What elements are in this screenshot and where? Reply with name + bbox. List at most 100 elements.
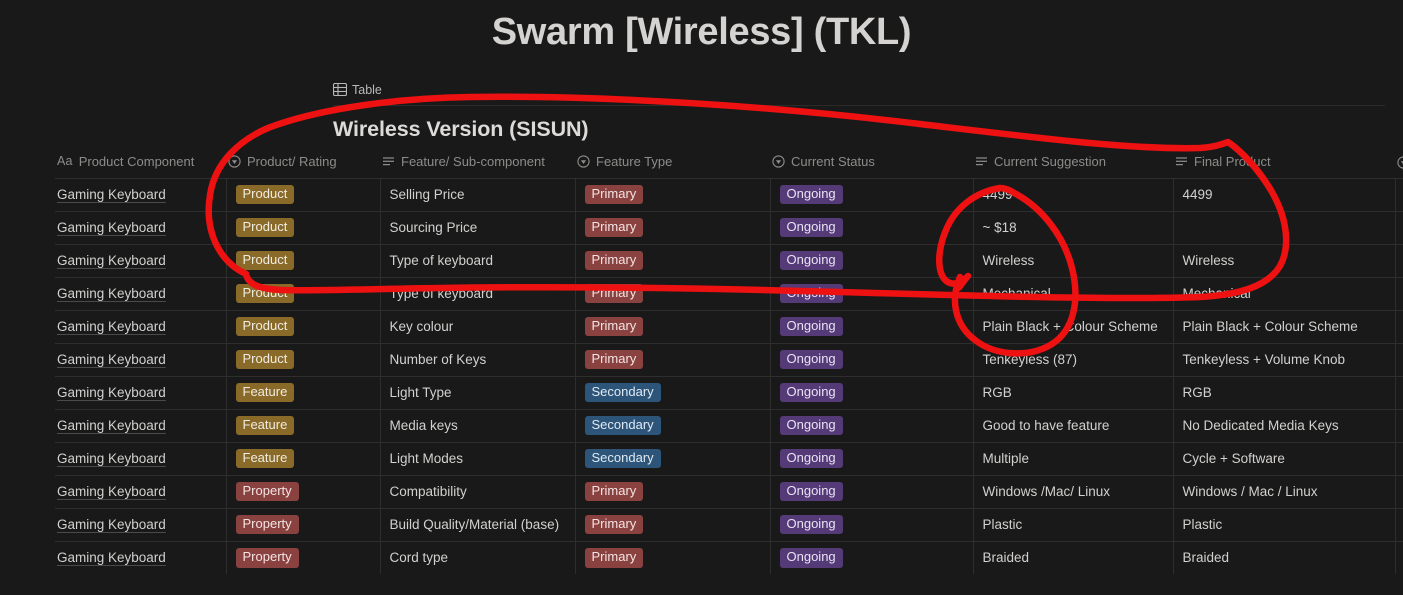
cell-product_component[interactable]: Gaming Keyboard bbox=[55, 408, 227, 442]
cell-final_product[interactable]: Windows / Mac / Linux bbox=[1173, 474, 1396, 508]
cell-product_rating[interactable]: Product bbox=[226, 243, 381, 277]
cell-feature_subcomponent[interactable]: Type of keyboard bbox=[380, 243, 576, 277]
cell-next_column[interactable] bbox=[1395, 309, 1403, 343]
cell-current_suggestion[interactable]: 4499 bbox=[973, 177, 1174, 211]
row-title-link[interactable]: Gaming Keyboard bbox=[57, 550, 166, 565]
cell-product_component[interactable]: Gaming Keyboard bbox=[55, 342, 227, 376]
table-row[interactable]: Gaming Keyboard Product Type of keyboard Pr… bbox=[55, 276, 1403, 310]
cell-final_product[interactable] bbox=[1173, 210, 1396, 244]
cell-feature_subcomponent[interactable]: Light Type bbox=[380, 375, 576, 409]
cell-current_status[interactable]: Ongoing bbox=[770, 441, 974, 475]
tab-table[interactable]: Table bbox=[333, 81, 385, 101]
cell-final_product[interactable]: Wireless bbox=[1173, 243, 1396, 277]
cell-product_component[interactable]: Gaming Keyboard bbox=[55, 507, 227, 541]
cell-product_component[interactable]: Gaming Keyboard bbox=[55, 375, 227, 409]
cell-product_component[interactable]: Gaming Keyboard bbox=[55, 540, 227, 574]
cell-next_column[interactable] bbox=[1395, 210, 1403, 244]
cell-final_product[interactable]: Cycle + Software bbox=[1173, 441, 1396, 475]
cell-product_component[interactable]: Gaming Keyboard bbox=[55, 177, 227, 211]
cell-feature_type[interactable]: Primary bbox=[575, 276, 771, 310]
cell-current_status[interactable]: Ongoing bbox=[770, 276, 974, 310]
cell-next_column[interactable] bbox=[1395, 375, 1403, 409]
row-title-link[interactable]: Gaming Keyboard bbox=[57, 319, 166, 334]
cell-current_status[interactable]: Ongoing bbox=[770, 342, 974, 376]
cell-feature_subcomponent[interactable]: Sourcing Price bbox=[380, 210, 576, 244]
cell-final_product[interactable]: 4499 bbox=[1173, 177, 1396, 211]
column-header-current_suggestion[interactable]: Current Suggestion bbox=[973, 154, 1173, 179]
column-header-next_column[interactable] bbox=[1395, 154, 1403, 179]
cell-next_column[interactable] bbox=[1395, 474, 1403, 508]
table-row[interactable]: Gaming Keyboard Property Build Quality/Mat… bbox=[55, 507, 1403, 541]
cell-next_column[interactable] bbox=[1395, 507, 1403, 541]
column-header-feature_subcomponent[interactable]: Feature/ Sub-component bbox=[380, 154, 575, 179]
cell-feature_subcomponent[interactable]: Type of keyboard bbox=[380, 276, 576, 310]
cell-current_suggestion[interactable]: Plastic bbox=[973, 507, 1174, 541]
cell-current_suggestion[interactable]: Mechanical bbox=[973, 276, 1174, 310]
cell-current_status[interactable]: Ongoing bbox=[770, 177, 974, 211]
cell-product_rating[interactable]: Property bbox=[226, 507, 381, 541]
cell-product_rating[interactable]: Property bbox=[226, 540, 381, 574]
cell-final_product[interactable]: Plain Black + Colour Scheme bbox=[1173, 309, 1396, 343]
row-title-link[interactable]: Gaming Keyboard bbox=[57, 517, 166, 532]
cell-feature_subcomponent[interactable]: Compatibility bbox=[380, 474, 576, 508]
cell-next_column[interactable] bbox=[1395, 540, 1403, 574]
row-title-link[interactable]: Gaming Keyboard bbox=[57, 451, 166, 466]
cell-feature_type[interactable]: Primary bbox=[575, 342, 771, 376]
table-row[interactable]: Gaming Keyboard Product Number of Keys Prim… bbox=[55, 342, 1403, 376]
cell-product_component[interactable]: Gaming Keyboard bbox=[55, 243, 227, 277]
cell-next_column[interactable] bbox=[1395, 408, 1403, 442]
cell-final_product[interactable]: Braided bbox=[1173, 540, 1396, 574]
column-header-feature_type[interactable]: Feature Type bbox=[575, 154, 770, 179]
table-row[interactable]: Gaming Keyboard Product Key colour Primary O… bbox=[55, 309, 1403, 343]
cell-product_component[interactable]: Gaming Keyboard bbox=[55, 210, 227, 244]
cell-product_rating[interactable]: Feature bbox=[226, 408, 381, 442]
cell-product_rating[interactable]: Property bbox=[226, 474, 381, 508]
cell-current_suggestion[interactable]: Braided bbox=[973, 540, 1174, 574]
cell-feature_type[interactable]: Primary bbox=[575, 210, 771, 244]
cell-current_status[interactable]: Ongoing bbox=[770, 243, 974, 277]
cell-product_component[interactable]: Gaming Keyboard bbox=[55, 474, 227, 508]
cell-product_rating[interactable]: Product bbox=[226, 177, 381, 211]
row-title-link[interactable]: Gaming Keyboard bbox=[57, 220, 166, 235]
cell-next_column[interactable] bbox=[1395, 441, 1403, 475]
cell-current_suggestion[interactable]: Tenkeyless (87) bbox=[973, 342, 1174, 376]
cell-final_product[interactable]: RGB bbox=[1173, 375, 1396, 409]
cell-final_product[interactable]: Mechanical bbox=[1173, 276, 1396, 310]
cell-next_column[interactable] bbox=[1395, 243, 1403, 277]
cell-current_status[interactable]: Ongoing bbox=[770, 474, 974, 508]
cell-next_column[interactable] bbox=[1395, 342, 1403, 376]
cell-feature_type[interactable]: Primary bbox=[575, 243, 771, 277]
cell-current_suggestion[interactable]: Windows /Mac/ Linux bbox=[973, 474, 1174, 508]
cell-feature_type[interactable]: Primary bbox=[575, 540, 771, 574]
row-title-link[interactable]: Gaming Keyboard bbox=[57, 352, 166, 367]
cell-current_status[interactable]: Ongoing bbox=[770, 375, 974, 409]
cell-feature_type[interactable]: Primary bbox=[575, 309, 771, 343]
cell-current_status[interactable]: Ongoing bbox=[770, 540, 974, 574]
column-header-current_status[interactable]: Current Status bbox=[770, 154, 973, 179]
table-row[interactable]: Gaming Keyboard Property Cord type Primary O… bbox=[55, 540, 1403, 574]
row-title-link[interactable]: Gaming Keyboard bbox=[57, 418, 166, 433]
cell-product_rating[interactable]: Product bbox=[226, 309, 381, 343]
cell-current_status[interactable]: Ongoing bbox=[770, 210, 974, 244]
row-title-link[interactable]: Gaming Keyboard bbox=[57, 484, 166, 499]
row-title-link[interactable]: Gaming Keyboard bbox=[57, 385, 166, 400]
cell-product_component[interactable]: Gaming Keyboard bbox=[55, 276, 227, 310]
table-row[interactable]: Gaming Keyboard Feature Light Type Secondar… bbox=[55, 375, 1403, 409]
table-row[interactable]: Gaming Keyboard Product Sourcing Price Prim… bbox=[55, 210, 1403, 244]
cell-current_status[interactable]: Ongoing bbox=[770, 408, 974, 442]
cell-feature_type[interactable]: Primary bbox=[575, 474, 771, 508]
cell-product_rating[interactable]: Product bbox=[226, 342, 381, 376]
row-title-link[interactable]: Gaming Keyboard bbox=[57, 253, 166, 268]
table-row[interactable]: Gaming Keyboard Feature Media keys Secondar… bbox=[55, 408, 1403, 442]
cell-product_rating[interactable]: Product bbox=[226, 210, 381, 244]
table-row[interactable]: Gaming Keyboard Product Type of keyboard Pr… bbox=[55, 243, 1403, 277]
cell-current_suggestion[interactable]: Multiple bbox=[973, 441, 1174, 475]
table-row[interactable]: Gaming Keyboard Product Selling Price Prima… bbox=[55, 177, 1403, 211]
cell-current_suggestion[interactable]: Plain Black + Colour Scheme bbox=[973, 309, 1174, 343]
cell-next_column[interactable] bbox=[1395, 177, 1403, 211]
cell-feature_subcomponent[interactable]: Build Quality/Material (base) bbox=[380, 507, 576, 541]
column-header-final_product[interactable]: Final Product bbox=[1173, 154, 1395, 179]
cell-next_column[interactable] bbox=[1395, 276, 1403, 310]
cell-product_rating[interactable]: Feature bbox=[226, 441, 381, 475]
cell-feature_subcomponent[interactable]: Cord type bbox=[380, 540, 576, 574]
